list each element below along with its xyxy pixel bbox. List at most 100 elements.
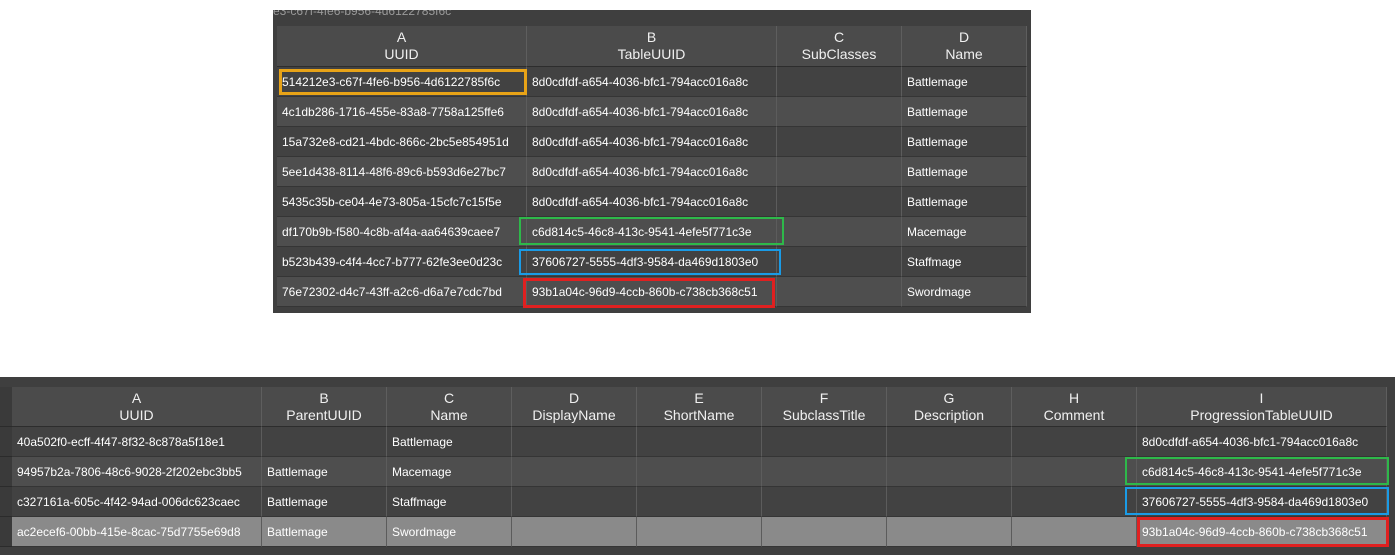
table-cell-parentuuid[interactable]: Battlemage [262, 457, 387, 487]
table-cell-name[interactable]: Battlemage [902, 187, 1027, 217]
table-cell-shortname[interactable] [637, 487, 762, 517]
table-cell-uuid[interactable]: df170b9b-f580-4c8b-af4a-aa64639caee7 [277, 217, 527, 247]
table-cell-uuid[interactable]: 76e72302-d4c7-43ff-a2c6-d6a7e7cdc7bd [277, 277, 527, 307]
table-cell-subclasstitle[interactable] [762, 487, 887, 517]
table-cell-parentuuid[interactable]: Battlemage [262, 517, 387, 547]
table-cell-tableuuid[interactable]: 8d0cdfdf-a654-4036-bfc1-794acc016a8c [527, 67, 777, 97]
table-cell-subclasses[interactable] [777, 187, 902, 217]
table-cell-subclasses[interactable] [777, 217, 902, 247]
column-letter: H [1068, 390, 1080, 406]
table-cell-parentuuid[interactable]: Battlemage [262, 487, 387, 517]
table-cell-subclasstitle[interactable] [762, 517, 887, 547]
column-name: SubClasses [801, 46, 877, 62]
table-cell-name[interactable]: Swordmage [387, 517, 512, 547]
column-letter: D [958, 29, 970, 45]
table-cell-tableuuid[interactable]: 8d0cdfdf-a654-4036-bfc1-794acc016a8c [527, 127, 777, 157]
table-cell-displayname[interactable] [512, 517, 637, 547]
column-header-d[interactable]: D Name [902, 26, 1027, 67]
column-header-a[interactable]: A UUID [277, 26, 527, 67]
table-cell-displayname[interactable] [512, 457, 637, 487]
column-name: ProgressionTableUUID [1190, 407, 1333, 423]
table-cell-comment[interactable] [1012, 487, 1137, 517]
table-cell-name[interactable]: Battlemage [902, 67, 1027, 97]
row-header[interactable] [0, 487, 12, 517]
table-cell-name[interactable]: Staffmage [387, 487, 512, 517]
table-cell-comment[interactable] [1012, 457, 1137, 487]
column-name: DisplayName [532, 407, 616, 423]
table-cell-parentuuid[interactable] [262, 427, 387, 457]
column-header-g[interactable]: G Description [887, 387, 1012, 427]
table-cell-name[interactable]: Staffmage [902, 247, 1027, 277]
column-header-a[interactable]: A UUID [12, 387, 262, 427]
table-cell-subclasses[interactable] [777, 127, 902, 157]
table-cell-tableuuid[interactable]: 37606727-5555-4df3-9584-da469d1803e0 [527, 247, 777, 277]
column-letter: F [819, 390, 829, 406]
table-cell-subclasses[interactable] [777, 67, 902, 97]
column-name: SubclassTitle [782, 407, 866, 423]
table-cell-uuid[interactable]: 4c1db286-1716-455e-83a8-7758a125ffe6 [277, 97, 527, 127]
column-header-b[interactable]: B TableUUID [527, 26, 777, 67]
column-header-f[interactable]: F SubclassTitle [762, 387, 887, 427]
table-cell-name[interactable]: Macemage [902, 217, 1027, 247]
column-header-e[interactable]: E ShortName [637, 387, 762, 427]
table-cell-name[interactable]: Battlemage [902, 157, 1027, 187]
column-header-c[interactable]: C Name [387, 387, 512, 427]
table-cell-name[interactable]: Battlemage [902, 127, 1027, 157]
table-cell-description[interactable] [887, 427, 1012, 457]
table-cell-displayname[interactable] [512, 487, 637, 517]
table-cell-description[interactable] [887, 517, 1012, 547]
column-letter: A [131, 390, 142, 406]
table-cell-subclasstitle[interactable] [762, 427, 887, 457]
column-name: UUID [119, 407, 154, 423]
table-cell-uuid[interactable]: 514212e3-c67f-4fe6-b956-4d6122785f6c [277, 67, 527, 97]
table-cell-tableuuid[interactable]: 8d0cdfdf-a654-4036-bfc1-794acc016a8c [527, 157, 777, 187]
table-cell-displayname[interactable] [512, 427, 637, 457]
table-cell-progressiontableuuid[interactable]: c6d814c5-46c8-413c-9541-4efe5f771c3e [1137, 457, 1387, 487]
column-letter: E [694, 390, 704, 406]
column-letter: I [1259, 390, 1264, 406]
table-cell-name[interactable]: Macemage [387, 457, 512, 487]
column-letter: B [319, 390, 329, 406]
table-cell-progressiontableuuid[interactable]: 93b1a04c-96d9-4ccb-860b-c738cb368c51 [1137, 517, 1387, 547]
table-cell-tableuuid[interactable]: 8d0cdfdf-a654-4036-bfc1-794acc016a8c [527, 187, 777, 217]
column-header-c[interactable]: C SubClasses [777, 26, 902, 67]
table-cell-name[interactable]: Battlemage [902, 97, 1027, 127]
column-header-d[interactable]: D DisplayName [512, 387, 637, 427]
table-cell-progressiontableuuid[interactable]: 37606727-5555-4df3-9584-da469d1803e0 [1137, 487, 1387, 517]
table-cell-uuid[interactable]: 5435c35b-ce04-4e73-805a-15cfc7c15f5e [277, 187, 527, 217]
column-header-i[interactable]: I ProgressionTableUUID [1137, 387, 1387, 427]
table-cell-description[interactable] [887, 457, 1012, 487]
table-cell-tableuuid[interactable]: 93b1a04c-96d9-4ccb-860b-c738cb368c51 [527, 277, 777, 307]
table-cell-tableuuid[interactable]: c6d814c5-46c8-413c-9541-4efe5f771c3e [527, 217, 777, 247]
column-name: UUID [384, 46, 419, 62]
table-cell-uuid[interactable]: 94957b2a-7806-48c6-9028-2f202ebc3bb5 [12, 457, 262, 487]
row-header[interactable] [0, 427, 12, 457]
table-cell-shortname[interactable] [637, 427, 762, 457]
table-cell-name[interactable]: Battlemage [387, 427, 512, 457]
table-cell-uuid[interactable]: b523b439-c4f4-4cc7-b777-62fe3ee0d23c [277, 247, 527, 277]
table-cell-uuid[interactable]: 40a502f0-ecff-4f47-8f32-8c878a5f18e1 [12, 427, 262, 457]
table-cell-uuid[interactable]: c327161a-605c-4f42-94ad-006dc623caec [12, 487, 262, 517]
column-header-h[interactable]: H Comment [1012, 387, 1137, 427]
table-cell-subclasses[interactable] [777, 97, 902, 127]
table-cell-name[interactable]: Swordmage [902, 277, 1027, 307]
column-header-b[interactable]: B ParentUUID [262, 387, 387, 427]
table-cell-comment[interactable] [1012, 427, 1137, 457]
table-cell-uuid[interactable]: 15a732e8-cd21-4bdc-866c-2bc5e854951d [277, 127, 527, 157]
table-cell-uuid[interactable]: 5ee1d438-8114-48f6-89c6-b593d6e27bc7 [277, 157, 527, 187]
table-cell-shortname[interactable] [637, 457, 762, 487]
table-cell-subclasses[interactable] [777, 157, 902, 187]
top-grid-title-fragment: e3-c67f-4fe6-b956-4d6122785f6c [273, 10, 452, 18]
table-cell-tableuuid[interactable]: 8d0cdfdf-a654-4036-bfc1-794acc016a8c [527, 97, 777, 127]
column-name: Name [945, 46, 983, 62]
table-cell-uuid[interactable]: ac2ecef6-00bb-415e-8cac-75d7755e69d8 [12, 517, 262, 547]
row-header[interactable] [0, 517, 12, 547]
table-cell-comment[interactable] [1012, 517, 1137, 547]
table-cell-subclasses[interactable] [777, 247, 902, 277]
table-cell-shortname[interactable] [637, 517, 762, 547]
table-cell-subclasses[interactable] [777, 277, 902, 307]
row-header[interactable] [0, 457, 12, 487]
table-cell-description[interactable] [887, 487, 1012, 517]
table-cell-subclasstitle[interactable] [762, 457, 887, 487]
table-cell-progressiontableuuid[interactable]: 8d0cdfdf-a654-4036-bfc1-794acc016a8c [1137, 427, 1387, 457]
